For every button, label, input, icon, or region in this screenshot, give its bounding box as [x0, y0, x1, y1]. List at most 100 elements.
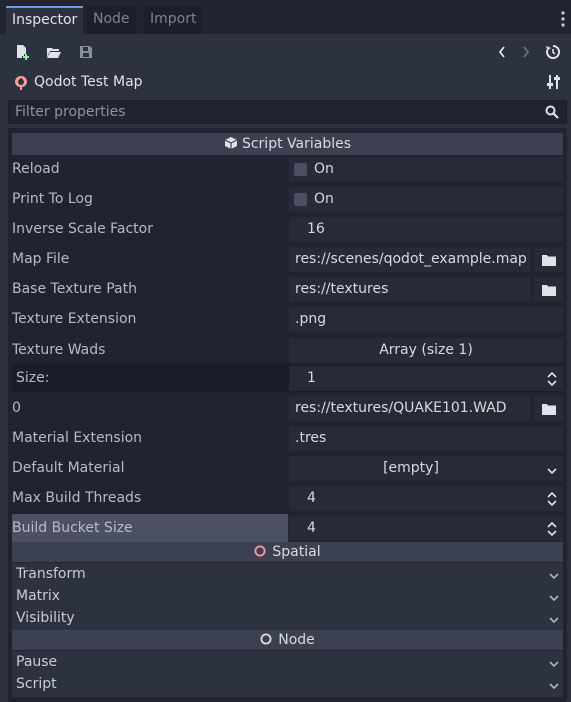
group-label: Pause [16, 654, 58, 670]
field-value: [empty] [383, 460, 439, 476]
field-value: .png [295, 311, 327, 327]
object-name: Qodot Test Map [34, 74, 143, 90]
field-value: .tres [295, 430, 327, 446]
group-label: Visibility [16, 610, 75, 626]
property-material-extension: Material Extension .tres [12, 424, 563, 452]
folder-icon[interactable] [531, 396, 563, 421]
checkbox-icon[interactable] [294, 193, 307, 206]
field-value: 4 [307, 520, 316, 536]
property-default-material: Default Material [empty] [12, 454, 563, 482]
property-max-build-threads: Max Build Threads 4 [12, 484, 563, 512]
inverse-scale-factor-field[interactable]: 16 [289, 217, 563, 242]
property-label: Max Build Threads [12, 490, 142, 506]
property-label: Base Texture Path [12, 281, 137, 297]
folder-icon[interactable] [531, 277, 563, 302]
checkbox-label: On [314, 161, 334, 177]
property-label: Print To Log [12, 191, 93, 207]
field-value: res://scenes/qodot_example.map [295, 251, 527, 267]
tab-import[interactable]: Import [144, 6, 203, 34]
wads-item-field[interactable]: res://textures/QUAKE101.WAD [289, 396, 563, 421]
chevron-down-icon[interactable] [549, 657, 559, 668]
group-label: Script [16, 676, 57, 692]
chevron-down-icon[interactable] [549, 591, 559, 602]
chevron-down-icon[interactable] [549, 569, 559, 580]
object-header: Qodot Test Map [0, 68, 571, 98]
property-label: Texture Wads [12, 342, 106, 358]
property-map-file: Map File res://scenes/qodot_example.map [12, 245, 563, 273]
wads-size-spinbox[interactable]: 1 [289, 366, 563, 391]
save-icon[interactable] [76, 42, 96, 62]
section-spatial[interactable]: Spatial [12, 542, 563, 562]
field-value: res://textures/QUAKE101.WAD [295, 400, 507, 416]
new-script-icon[interactable] [12, 42, 32, 62]
property-label: Map File [12, 251, 70, 267]
field-value: res://textures [295, 281, 389, 297]
spinner-icon[interactable] [547, 491, 557, 507]
chevron-down-icon[interactable] [547, 464, 557, 475]
tab-inspector[interactable]: Inspector [6, 6, 84, 34]
filter-properties-field[interactable] [8, 100, 567, 124]
property-print-to-log: Print To Log On [12, 185, 563, 213]
spatial-icon [254, 543, 266, 557]
property-inverse-scale-factor: Inverse Scale Factor 16 [12, 215, 563, 243]
section-node[interactable]: Node [12, 630, 563, 650]
sliders-icon[interactable] [546, 74, 562, 90]
property-reload: Reload On [12, 155, 563, 183]
property-label: Default Material [12, 460, 125, 476]
filter-properties-input[interactable] [9, 101, 541, 123]
property-label: Texture Extension [12, 311, 137, 327]
field-value: 4 [307, 490, 316, 506]
group-transform[interactable]: Transform [12, 563, 563, 587]
tab-bar: Inspector Node Import [0, 0, 571, 34]
spinner-icon[interactable] [547, 521, 557, 537]
tab-node[interactable]: Node [87, 6, 136, 34]
property-build-bucket-size: Build Bucket Size 4 [12, 514, 563, 542]
chevron-down-icon[interactable] [549, 613, 559, 624]
checkbox-label: On [314, 191, 334, 207]
open-folder-icon[interactable] [44, 42, 64, 62]
group-matrix[interactable]: Matrix [12, 585, 563, 609]
group-visibility[interactable]: Visibility [12, 607, 563, 631]
section-title: Script Variables [241, 136, 352, 152]
property-base-texture-path: Base Texture Path res://textures [12, 275, 563, 303]
section-title: Node [278, 632, 315, 648]
history-icon[interactable] [543, 42, 563, 62]
group-script[interactable]: Script [12, 673, 563, 697]
array-size-label: Array (size 1) [379, 342, 473, 358]
folder-icon[interactable] [531, 247, 563, 272]
property-label: 0 [12, 400, 21, 416]
map-file-field[interactable]: res://scenes/qodot_example.map [289, 247, 563, 272]
texture-wads-array-button[interactable]: Array (size 1) [289, 338, 563, 363]
property-label: Inverse Scale Factor [12, 221, 153, 237]
property-label: Material Extension [12, 430, 143, 446]
property-texture-extension: Texture Extension .png [12, 305, 563, 333]
section-title: Spatial [272, 544, 321, 560]
section-script-variables[interactable]: Script Variables [12, 133, 563, 155]
search-icon [545, 105, 559, 119]
chevron-down-icon[interactable] [549, 679, 559, 690]
base-texture-path-field[interactable]: res://textures [289, 277, 563, 302]
forward-icon[interactable] [516, 42, 536, 62]
group-label: Transform [16, 566, 86, 582]
spinner-icon[interactable] [547, 371, 557, 387]
more-options-icon[interactable] [560, 10, 566, 28]
print-to-log-checkbox[interactable]: On [289, 187, 563, 212]
group-pause[interactable]: Pause [12, 651, 563, 675]
group-label: Matrix [16, 588, 61, 604]
checkbox-icon[interactable] [294, 163, 307, 176]
node-icon [260, 631, 272, 645]
property-label-text: Build Bucket Size [12, 520, 133, 536]
back-icon[interactable] [492, 42, 512, 62]
qodot-icon [14, 75, 28, 91]
reload-checkbox[interactable]: On [289, 157, 563, 182]
max-build-threads-spinbox[interactable]: 4 [289, 486, 563, 511]
property-label: Size: [16, 364, 292, 392]
script-cube-icon [224, 135, 238, 149]
material-extension-field[interactable]: .tres [289, 426, 563, 451]
default-material-picker[interactable]: [empty] [289, 456, 563, 481]
field-value: 16 [307, 221, 325, 237]
texture-extension-field[interactable]: .png [289, 307, 563, 332]
build-bucket-size-spinbox[interactable]: 4 [289, 516, 563, 541]
property-label: Reload [12, 161, 60, 177]
field-value: 1 [307, 370, 316, 386]
